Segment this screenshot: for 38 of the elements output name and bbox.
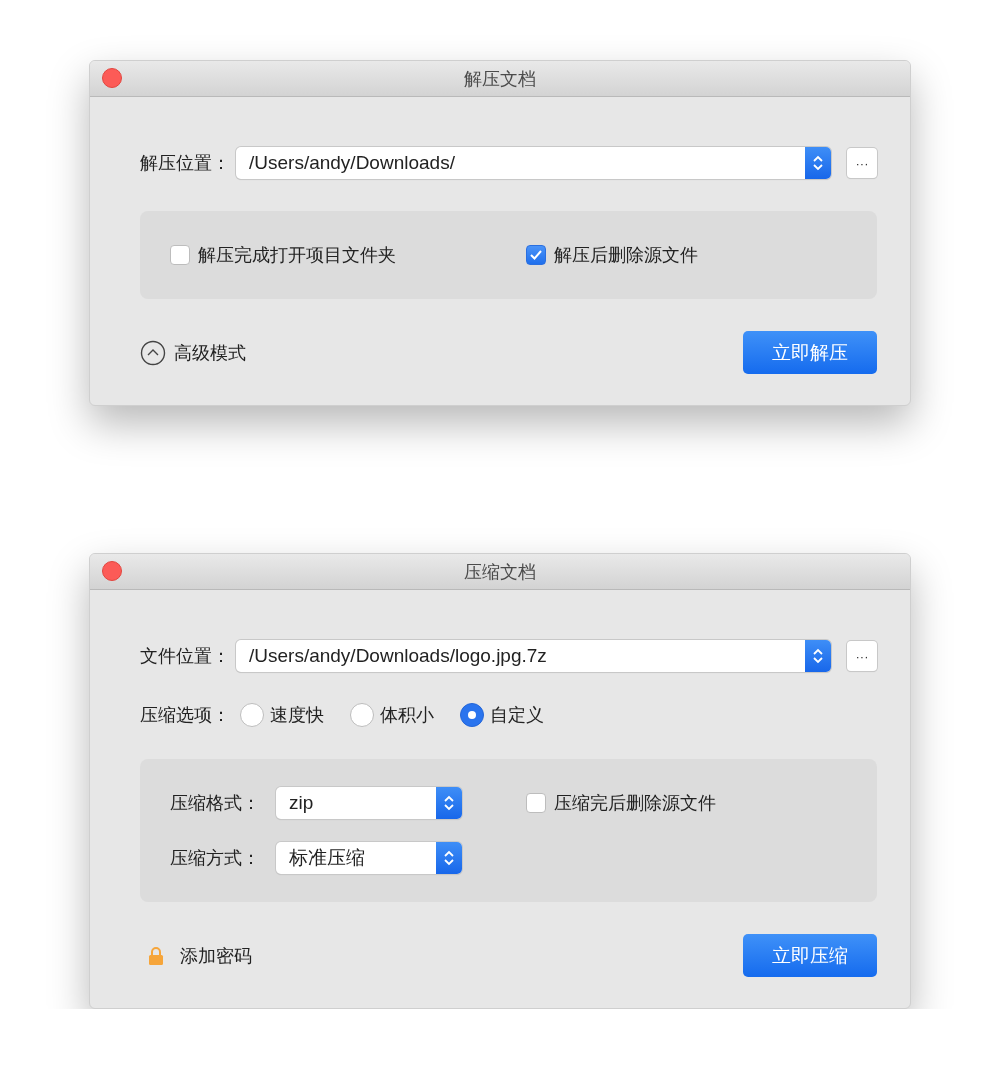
chevron-up-circle-icon[interactable] <box>140 339 166 366</box>
stepper-arrows-icon <box>812 153 824 173</box>
footer-link[interactable]: 添加密码 <box>180 943 252 968</box>
radio-label: 自定义 <box>490 704 544 727</box>
stepper-arrows-icon <box>812 646 824 666</box>
path-field[interactable]: /Users/andy/Downloads/logo.jpg.7z <box>236 640 831 672</box>
dropdown[interactable]: 标准压缩 <box>276 842 462 874</box>
radio-button[interactable] <box>460 703 484 727</box>
window-title: 压缩文档 <box>464 560 536 584</box>
checkmark-icon <box>530 250 542 260</box>
checkbox-label: 解压完成打开项目文件夹 <box>198 244 396 267</box>
radio-label: 体积小 <box>380 704 434 727</box>
field-label: 压缩选项： <box>140 704 230 727</box>
stepper-arrows-icon <box>443 848 455 868</box>
field-label: 解压位置： <box>140 152 230 175</box>
browse-button[interactable]: ··· <box>847 148 877 178</box>
primary-button[interactable]: 立即解压 <box>743 331 877 374</box>
close-button[interactable] <box>102 561 122 581</box>
close-button[interactable] <box>102 68 122 88</box>
field-label: 压缩格式： <box>170 792 260 815</box>
primary-button[interactable]: 立即压缩 <box>743 934 877 977</box>
footer-link[interactable]: 高级模式 <box>174 340 246 365</box>
checkbox[interactable] <box>170 245 190 265</box>
checkbox[interactable] <box>526 245 546 265</box>
checkbox[interactable] <box>526 793 546 813</box>
stepper-arrows-icon <box>443 793 455 813</box>
field-label: 压缩方式： <box>170 847 260 870</box>
path-field[interactable]: /Users/andy/Downloads/ <box>236 147 831 179</box>
radio-button[interactable] <box>240 703 264 727</box>
field-label: 文件位置： <box>140 645 230 668</box>
browse-button[interactable]: ··· <box>847 641 877 671</box>
radio-label: 速度快 <box>270 704 324 727</box>
checkbox-label: 压缩完后删除源文件 <box>554 792 716 815</box>
dropdown[interactable]: zip <box>276 787 462 819</box>
radio-button[interactable] <box>350 703 374 727</box>
window-title: 解压文档 <box>464 67 536 91</box>
checkbox-label: 解压后删除源文件 <box>554 244 698 267</box>
lock-icon[interactable] <box>148 945 164 966</box>
